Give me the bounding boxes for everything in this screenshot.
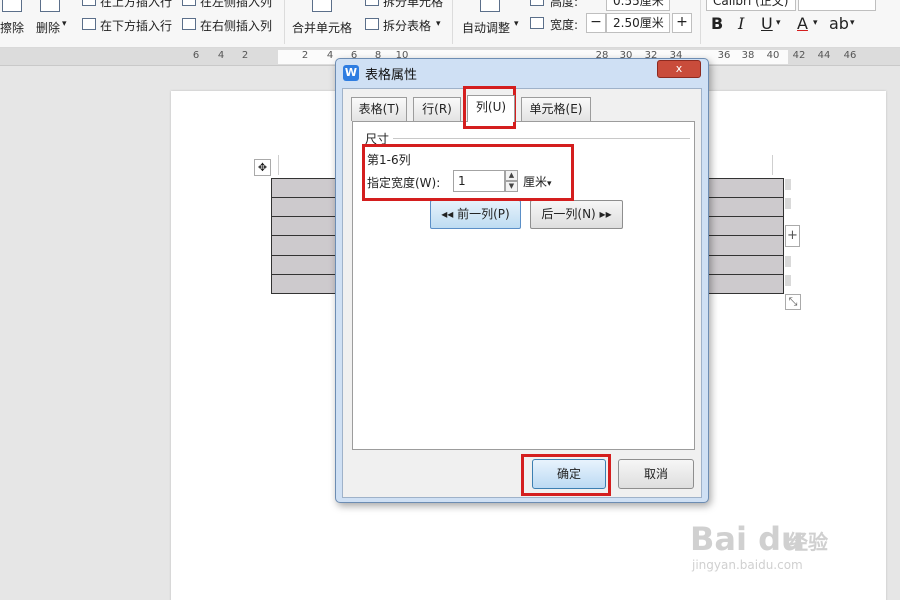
insert-row-above-icon [82,0,96,6]
insert-row-below-button[interactable]: 在下方插入行 [100,17,172,34]
baidu-logo: Bai du [690,520,804,558]
merge-cells-button[interactable]: 合并单元格 [292,19,352,36]
ruler-tick: 6 [192,50,200,61]
ruler-tick: 44 [817,50,831,61]
height-label: 高度: [550,0,579,9]
italic-button[interactable]: I [738,14,744,34]
row-marker [785,256,791,267]
table-visible-left[interactable] [271,178,337,294]
tab-row[interactable]: 行(R) [413,97,461,121]
height-input[interactable]: 0.55厘米 [606,0,670,11]
delete-button[interactable]: 删除 [36,19,60,36]
ribbon-toolbar: 擦除 删除 ▾ 在上方插入行 在左侧插入列 在下方插入行 在右侧插入列 合并单元… [0,0,900,48]
highlight-button[interactable]: ab [829,14,849,34]
font-color-button[interactable]: A [797,14,808,34]
chevron-down-icon: ▾ [436,19,441,29]
table-visible-right[interactable] [706,178,784,294]
ribbon-separator [452,0,453,44]
table-row-border [707,197,783,198]
ruler-tick: 36 [717,50,731,61]
insert-row-below-icon [82,18,96,30]
width-decrease-button[interactable]: − [586,13,606,33]
tab-column[interactable]: 列(U) [467,95,515,122]
ruler-tick: 38 [741,50,755,61]
table-row-border [272,197,336,198]
insert-col-left-icon [182,0,196,6]
ruler-tick: 42 [792,50,806,61]
highlight-box-width-settings [362,144,574,201]
dialog-titlebar[interactable]: W 表格属性 x [336,59,708,87]
table-row-border [707,216,783,217]
width-label: 宽度: [550,18,579,32]
auto-fit-icon [480,0,500,12]
height-icon [530,0,544,6]
table-move-handle-icon[interactable]: ✥ [254,159,271,176]
group-divider [393,138,690,139]
delete-table-icon [40,0,60,12]
chevron-down-icon: ▾ [62,19,67,29]
ruler-tick: 2 [241,50,249,61]
previous-column-button[interactable]: ◂◂ 前一列(P) [430,200,521,229]
ruler-tick: 46 [843,50,857,61]
split-table-button[interactable]: 拆分表格 [383,17,431,34]
bold-button[interactable]: B [711,14,723,34]
table-row-border [272,216,336,217]
font-name-select[interactable]: Calibri (正文) [706,0,796,11]
split-cells-button[interactable]: 拆分单元格 [383,0,443,10]
tab-cell[interactable]: 单元格(E) [521,97,591,121]
merge-cells-icon [312,0,332,12]
ribbon-separator [284,0,285,44]
chevron-down-icon: ▾ [514,19,519,29]
table-row-border [707,235,783,236]
table-row-border [707,274,783,275]
row-marker [785,275,791,286]
ruler-tick: 40 [766,50,780,61]
insert-row-above-button[interactable]: 在上方插入行 [100,0,172,10]
baidu-watermark: Bai du 经验 jingyan.baidu.com [688,500,848,580]
wps-app-icon: W [343,65,359,81]
table-resize-icon[interactable]: ⤡ [785,294,801,310]
highlight-box-ok-button [521,454,611,496]
split-table-icon [365,18,379,30]
ruler-tick: 2 [301,50,309,61]
close-button[interactable]: x [657,60,701,78]
erase-button[interactable]: 擦除 [0,19,24,36]
width-input[interactable]: 2.50厘米 [606,13,670,33]
width-increase-button[interactable]: + [672,13,692,33]
insert-col-right-icon [182,18,196,30]
cell-boundary-line [278,155,279,175]
row-marker [785,198,791,209]
row-marker [785,179,791,190]
next-column-button[interactable]: 后一列(N) ▸▸ [530,200,623,229]
table-row-border [272,274,336,275]
table-row-border [707,255,783,256]
chevron-down-icon: ▾ [776,18,781,28]
table-properties-dialog: W 表格属性 x 表格(T) 行(R) 列(U) 单元格(E) 尺寸 第1-6列… [335,58,709,503]
eraser-icon [2,0,22,12]
split-cells-icon [365,0,379,6]
insert-col-left-button[interactable]: 在左侧插入列 [200,0,272,10]
add-row-icon[interactable]: + [785,225,800,247]
cell-boundary-line [772,155,773,175]
table-row-border [272,235,336,236]
ribbon-separator [700,0,701,44]
tab-table[interactable]: 表格(T) [351,97,407,121]
cancel-button[interactable]: 取消 [618,459,694,489]
ruler-tick: 4 [217,50,225,61]
dialog-title: 表格属性 [365,68,418,83]
table-row-border [272,255,336,256]
underline-button[interactable]: U [761,14,773,34]
chevron-down-icon: ▾ [813,18,818,28]
auto-fit-button[interactable]: 自动调整 [462,19,510,36]
font-size-select[interactable] [798,0,876,11]
watermark-url: jingyan.baidu.com [692,558,803,572]
chevron-down-icon: ▾ [850,18,855,28]
watermark-text: 经验 [788,530,828,554]
insert-col-right-button[interactable]: 在右侧插入列 [200,17,272,34]
width-icon [530,17,544,29]
